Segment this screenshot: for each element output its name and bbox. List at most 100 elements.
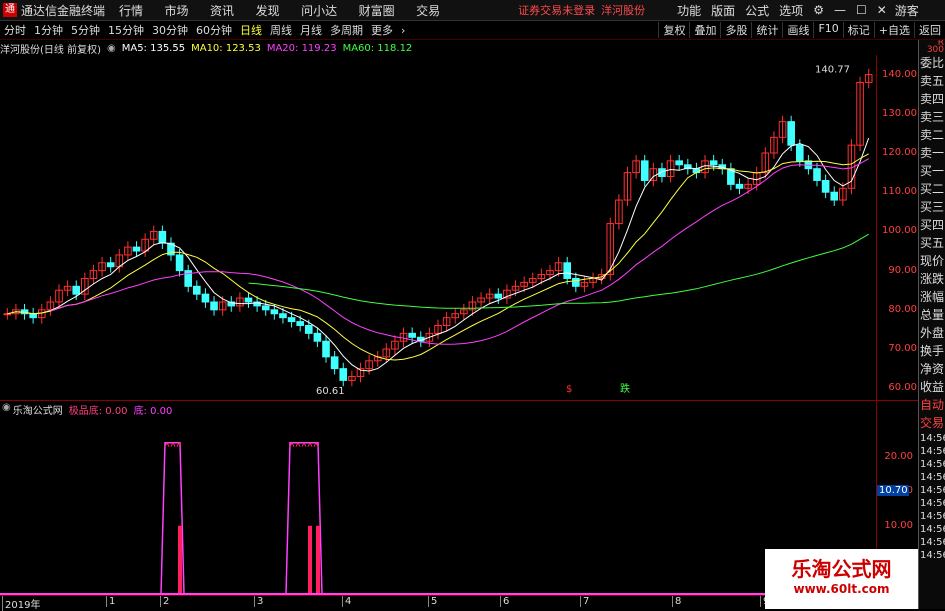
watermark-text: 乐淘公式网 (791, 557, 892, 581)
login-status[interactable]: 证券交易未登录 (518, 2, 595, 18)
candle-body (821, 179, 830, 193)
price-tick-label: 120.00 (882, 147, 917, 158)
candle-body (158, 230, 167, 244)
overlay-button[interactable]: 叠加 (689, 22, 720, 38)
candle-body (795, 144, 804, 162)
candle-body (830, 191, 839, 201)
chevron-right-icon[interactable]: › (401, 24, 405, 37)
candle-body (279, 313, 287, 319)
tick-time-label: 14:56 (920, 498, 945, 509)
candle-body (813, 168, 821, 181)
more-periods-button[interactable]: 更多 (371, 22, 393, 38)
candle-body (313, 332, 322, 342)
price-tick-label: 140.00 (882, 68, 917, 80)
period-button[interactable]: 1分钟 (34, 22, 63, 38)
candle-body (675, 160, 683, 166)
draw-line-button[interactable]: 画线 (782, 22, 813, 38)
stats-button[interactable]: 统计 (751, 22, 782, 38)
signal-marker-green: 跌 (620, 382, 630, 395)
candle-body (735, 183, 744, 189)
signal-marker-red: $ (566, 384, 572, 395)
maximize-icon[interactable]: ☐ (856, 3, 867, 17)
layout-button[interactable]: 版面 (711, 2, 735, 19)
f10-button[interactable]: F10 (813, 22, 842, 38)
tick-time-label: 14:56 (920, 550, 945, 561)
quote-field-label: 净资 (920, 362, 945, 376)
candle-body (296, 321, 304, 327)
add-watchlist-button[interactable]: +自选 (873, 22, 914, 38)
quote-field-label: 买五 (920, 236, 945, 250)
watermark: 乐淘公式网 www.60lt.com (765, 549, 918, 609)
candle-body (72, 285, 81, 295)
candle-body (201, 293, 210, 303)
options-button[interactable]: 选项 (779, 2, 803, 19)
candle-body (29, 313, 37, 319)
period-button[interactable]: 15分钟 (108, 22, 144, 38)
period-button[interactable]: 分时 (4, 22, 26, 38)
minimize-icon[interactable]: — (834, 3, 846, 17)
candle-body (106, 262, 115, 268)
candle-body (132, 246, 141, 252)
candle-body (787, 121, 795, 146)
candlestick-chart[interactable]: 140.77 60.61 $ 跌 (0, 55, 876, 400)
r-scale-icon[interactable]: R 300 (919, 40, 945, 54)
formula-button[interactable]: 公式 (745, 2, 769, 19)
period-button[interactable]: 5分钟 (71, 22, 100, 38)
menu-item[interactable]: 交易 (416, 4, 440, 18)
mark-button[interactable]: 标记 (842, 22, 874, 38)
indicator-current-value: 10.70 (877, 485, 909, 496)
multi-stock-button[interactable]: 多股 (720, 22, 751, 38)
period-toolbar: 分时 1分钟 5分钟 15分钟 30分钟 60分钟 日线 周线 月线 多周期 更… (0, 21, 945, 40)
candle-body (175, 254, 184, 272)
quote-field-label: 卖三 (920, 110, 945, 124)
main-menu: 行情 市场 资讯 发现 问小达 财富圈 交易 (119, 2, 458, 19)
period-button[interactable]: 多周期 (330, 22, 363, 38)
menu-item[interactable]: 市场 (165, 4, 189, 18)
period-button-active[interactable]: 日线 (240, 22, 262, 38)
candle-body (3, 313, 12, 316)
candle-body (287, 317, 296, 323)
candle-body (494, 293, 503, 299)
menu-item[interactable]: 资讯 (210, 4, 234, 18)
restore-right-button[interactable]: 复权 (658, 22, 689, 38)
quote-field-label: 卖二 (920, 128, 945, 142)
quote-field-label: 买一 (920, 164, 945, 178)
period-button[interactable]: 60分钟 (196, 22, 232, 38)
menu-item[interactable]: 问小达 (301, 4, 337, 18)
candle-body (304, 325, 313, 334)
candle-body (244, 297, 253, 303)
menu-item[interactable]: 财富圈 (359, 4, 395, 18)
ma10-label: MA10: 123.53 (191, 42, 261, 54)
tick-time-label: 14:56 (920, 485, 945, 496)
price-tick-label: 80.00 (888, 303, 917, 315)
high-price-label: 140.77 (815, 65, 850, 76)
candle-body (709, 160, 718, 166)
settings-icon[interactable]: ⚙ (813, 3, 824, 17)
price-tick-label: 60.00 (888, 382, 917, 394)
quote-field-label: 卖一 (920, 146, 945, 160)
close-icon[interactable]: ✕ (877, 3, 887, 17)
guest-label[interactable]: 游客 (895, 2, 919, 19)
auto-trade-label[interactable]: 自动 (919, 396, 945, 414)
menu-item[interactable]: 行情 (119, 4, 143, 18)
price-tick-label: 90.00 (888, 264, 917, 276)
pane-divider[interactable] (0, 400, 918, 401)
date-tick-label: 7 (580, 596, 589, 607)
back-button[interactable]: 返回 (914, 22, 945, 38)
period-button[interactable]: 月线 (300, 22, 322, 38)
indicator-chart[interactable] (0, 415, 876, 595)
tick-time-label: 14:56 (920, 537, 945, 548)
func-button[interactable]: 功能 (677, 2, 701, 19)
quote-field-label: 卖四 (920, 92, 945, 106)
price-tick-label: 70.00 (888, 343, 917, 355)
candle-body (210, 301, 218, 311)
ma-settings-icon[interactable]: ◉ (107, 43, 116, 54)
quote-field-label: 委比 (920, 56, 945, 70)
auto-trade-label[interactable]: 交易 (919, 414, 945, 432)
candle-body (193, 285, 201, 295)
period-button[interactable]: 周线 (270, 22, 292, 38)
tick-time-label: 14:56 (920, 511, 945, 522)
price-tick-label: 130.00 (882, 107, 917, 119)
period-button[interactable]: 30分钟 (152, 22, 188, 38)
menu-item[interactable]: 发现 (256, 4, 280, 18)
